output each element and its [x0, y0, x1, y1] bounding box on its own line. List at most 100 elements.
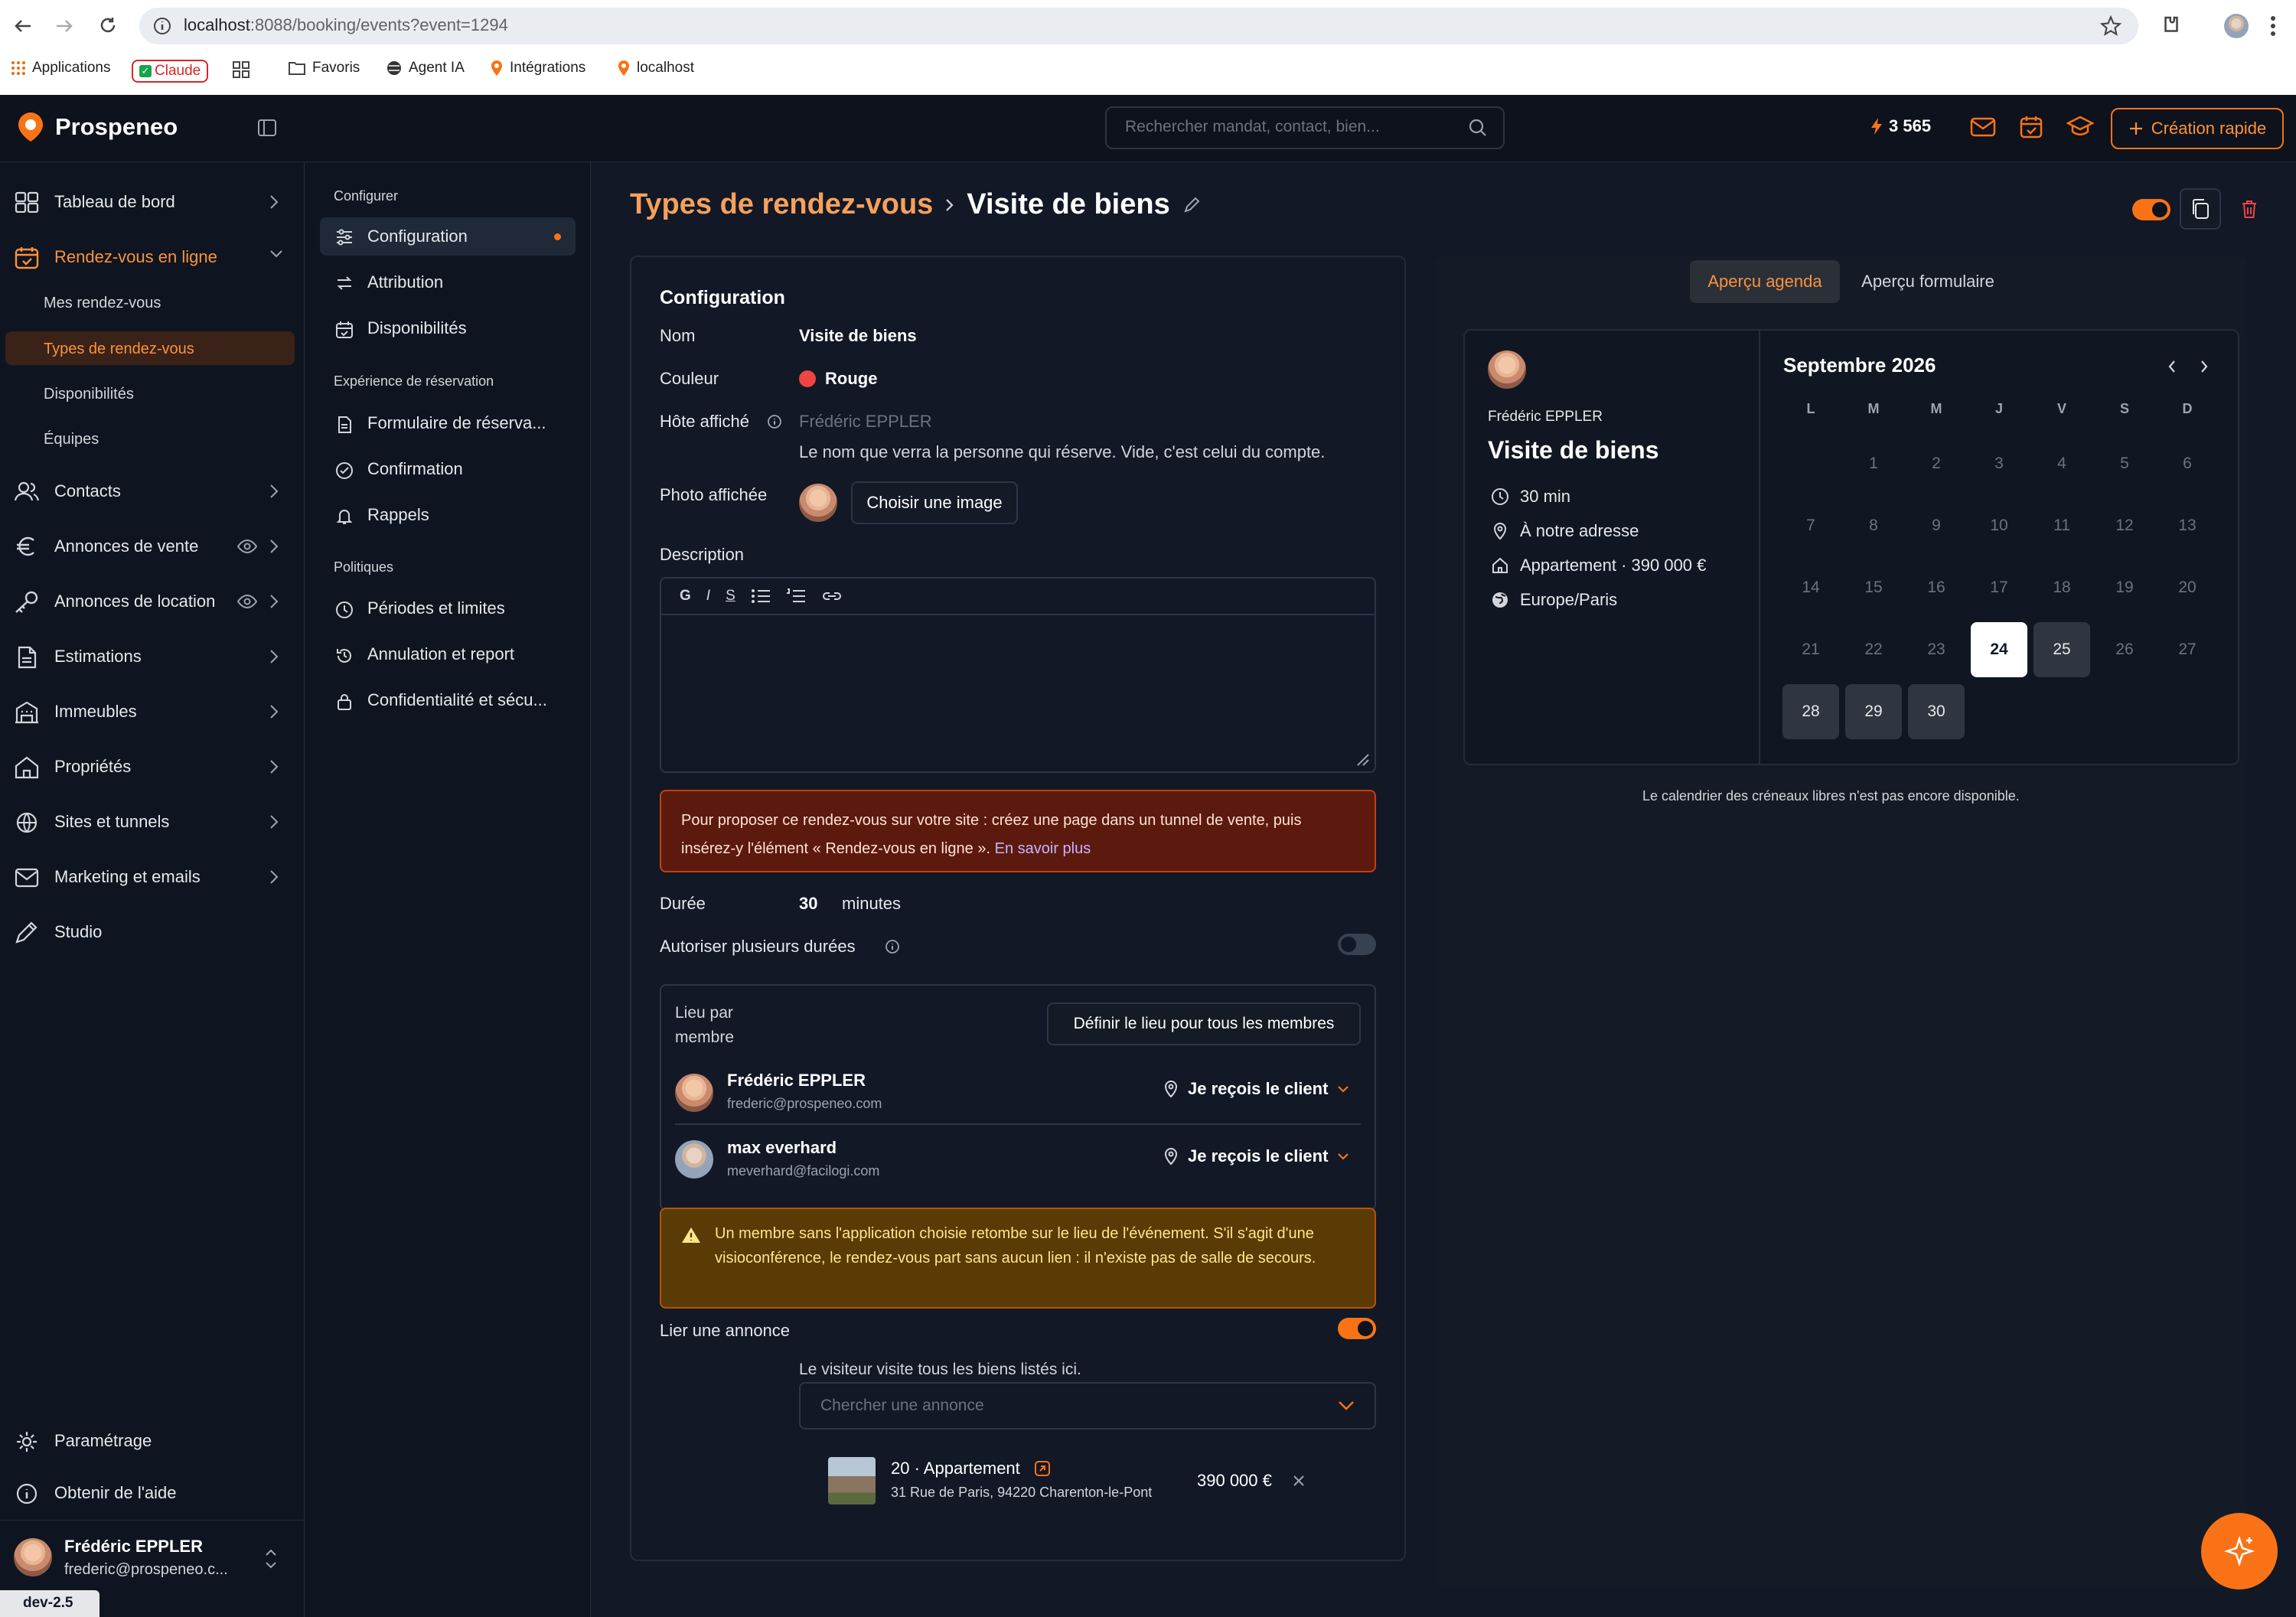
member-email: frederic@prospeneo.com — [727, 1096, 882, 1111]
sidebar-item-rental-listings[interactable]: Annonces de location — [0, 580, 305, 623]
sidebar-item-properties[interactable]: Propriétés — [0, 745, 305, 788]
subnav-reminders[interactable]: Rappels — [320, 496, 576, 534]
star-icon[interactable] — [2100, 15, 2122, 37]
subnav-configuration[interactable]: Configuration — [320, 217, 576, 256]
calendar-day-selected[interactable]: 24 — [1971, 622, 2027, 677]
name-value[interactable]: Visite de biens — [799, 326, 917, 346]
calendar-day-available[interactable]: 28 — [1782, 684, 1839, 739]
member-location-select[interactable]: Je reçois le client — [1163, 1079, 1349, 1099]
subnav-attribution[interactable]: Attribution — [320, 263, 576, 302]
breadcrumb-parent[interactable]: Types de rendez-vous — [630, 188, 933, 221]
italic-button[interactable]: I — [706, 588, 710, 605]
bullet-list-icon[interactable] — [751, 588, 771, 605]
ai-assistant-button[interactable] — [2201, 1513, 2278, 1589]
numbered-list-icon[interactable] — [786, 588, 806, 605]
sidebar-item-help[interactable]: Obtenir de l'aide — [0, 1472, 305, 1514]
grid-icon[interactable] — [233, 61, 249, 78]
sidebar-item-marketing[interactable]: Marketing et emails — [0, 856, 305, 898]
chevron-updown-icon[interactable] — [265, 1547, 277, 1570]
sidebar-item-booking[interactable]: Rendez-vous en ligne — [0, 236, 305, 279]
bookmark-applications[interactable]: Applications — [11, 60, 110, 77]
host-input[interactable]: Frédéric EPPLER — [799, 412, 932, 432]
calendar-day: 2 — [1932, 455, 1941, 472]
calendar-day-available[interactable]: 29 — [1845, 684, 1902, 739]
description-editor[interactable]: G I S — [660, 577, 1376, 773]
app-logo[interactable]: Prospeneo — [17, 112, 178, 142]
color-picker[interactable]: Rouge — [799, 369, 877, 389]
info-icon[interactable] — [767, 414, 782, 429]
multi-duration-toggle[interactable] — [1338, 934, 1376, 955]
sidebar-sub-teams[interactable]: Équipes — [44, 431, 99, 448]
embed-info-alert: Pour proposer ce rendez-vous sur votre s… — [660, 790, 1376, 872]
tab-agenda-preview[interactable]: Aperçu agenda — [1690, 260, 1840, 303]
apps-grid-icon — [11, 61, 25, 75]
listing-title[interactable]: 20 · Appartement — [891, 1459, 1051, 1478]
graduation-cap-icon[interactable] — [2066, 115, 2094, 138]
link-icon[interactable] — [821, 588, 843, 604]
sidebar-item-dashboard[interactable]: Tableau de bord — [0, 181, 305, 223]
set-location-all-button[interactable]: Définir le lieu pour tous les membres — [1047, 1002, 1361, 1045]
info-icon[interactable] — [885, 939, 900, 954]
choose-image-button[interactable]: Choisir une image — [851, 481, 1018, 524]
calendar-check-icon[interactable] — [2019, 115, 2043, 139]
edit-pencil-icon[interactable] — [1182, 196, 1201, 214]
event-active-toggle[interactable] — [2132, 199, 2170, 220]
chevron-left-icon[interactable] — [2167, 360, 2177, 373]
profile-avatar[interactable] — [2224, 14, 2249, 38]
subnav-cancellation[interactable]: Annulation et report — [320, 635, 576, 673]
subnav-booking-form[interactable]: Formulaire de réserva... — [320, 404, 576, 442]
close-icon[interactable] — [1292, 1474, 1306, 1488]
chevron-down-icon[interactable] — [1338, 1400, 1355, 1411]
subnav-periods-limits[interactable]: Périodes et limites — [320, 589, 576, 628]
subnav-availability[interactable]: Disponibilités — [320, 309, 576, 347]
sidebar-item-sales-listings[interactable]: Annonces de vente — [0, 525, 305, 568]
subnav-confirmation[interactable]: Confirmation — [320, 450, 576, 488]
menu-dots-icon[interactable] — [2270, 15, 2276, 37]
bookmark-claude[interactable]: ✓ Claude — [132, 60, 209, 83]
bookmark-localhost[interactable]: localhost — [617, 60, 694, 77]
bookmark-integrations[interactable]: Intégrations — [490, 60, 585, 77]
copy-icon — [2193, 199, 2209, 219]
link-listing-toggle[interactable] — [1338, 1318, 1376, 1339]
reload-icon[interactable] — [98, 15, 118, 35]
sidebar-item-sites[interactable]: Sites et tunnels — [0, 800, 305, 843]
eye-icon[interactable] — [237, 594, 257, 609]
member-location-select[interactable]: Je reçois le client — [1163, 1146, 1349, 1166]
credits-counter[interactable]: 3 565 — [1870, 116, 1931, 136]
sidebar-item-buildings[interactable]: Immeubles — [0, 690, 305, 733]
forward-icon[interactable] — [55, 18, 73, 34]
bookmark-favoris[interactable]: Favoris — [288, 60, 360, 77]
eye-icon[interactable] — [237, 539, 257, 554]
tab-form-preview[interactable]: Aperçu formulaire — [1840, 260, 2016, 303]
quick-create-button[interactable]: Création rapide — [2111, 108, 2284, 149]
calendar-day: 6 — [2183, 455, 2192, 472]
bookmark-agent-ia[interactable]: Agent IA — [386, 60, 465, 77]
home-icon — [15, 756, 39, 779]
sidebar-sub-my-appointments[interactable]: Mes rendez-vous — [44, 295, 161, 312]
subnav-privacy[interactable]: Confidentialité et sécu... — [320, 681, 576, 719]
extensions-icon[interactable] — [2160, 14, 2183, 37]
calendar-day-available[interactable]: 25 — [2033, 622, 2090, 677]
sidebar-item-contacts[interactable]: Contacts — [0, 470, 305, 513]
bold-button[interactable]: G — [680, 588, 691, 605]
external-link-icon[interactable] — [1034, 1460, 1051, 1477]
calendar-day-available[interactable]: 30 — [1908, 684, 1965, 739]
trash-icon[interactable] — [2241, 199, 2258, 219]
location-pin-icon — [1164, 1080, 1178, 1098]
sidebar-sub-event-types[interactable]: Types de rendez-vous — [44, 341, 194, 358]
learn-more-link[interactable]: En savoir plus — [995, 840, 1091, 857]
back-icon[interactable] — [14, 18, 32, 34]
chevron-right-icon[interactable] — [2200, 360, 2209, 373]
sidebar-item-estimations[interactable]: Estimations — [0, 635, 305, 678]
duration-input[interactable]: 30 — [799, 894, 817, 914]
duplicate-button[interactable] — [2180, 188, 2221, 230]
search-icon[interactable] — [1468, 118, 1488, 138]
sidebar-item-settings[interactable]: Paramétrage — [0, 1420, 305, 1462]
mail-icon[interactable] — [1970, 116, 1996, 138]
sidebar-item-studio[interactable]: Studio — [0, 911, 305, 954]
resize-handle-icon[interactable] — [1355, 751, 1370, 767]
strike-button[interactable]: S — [726, 588, 735, 605]
sidebar-sub-availability[interactable]: Disponibilités — [44, 386, 134, 403]
info-icon[interactable] — [153, 17, 171, 35]
collapse-sidebar-icon[interactable] — [257, 118, 277, 138]
